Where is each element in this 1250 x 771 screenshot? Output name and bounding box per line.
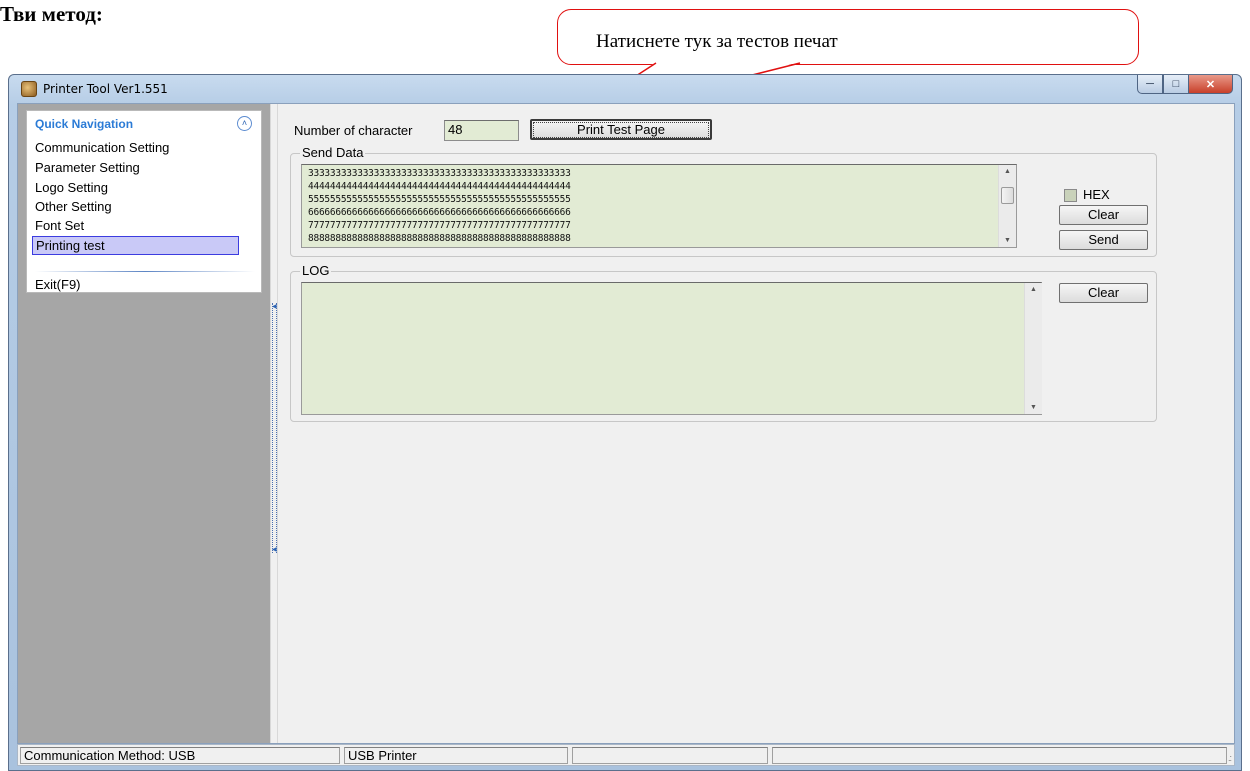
status-bar: Communication Method: USB USB Printer .: — [17, 744, 1235, 766]
nav-item-communication-setting[interactable]: Communication Setting — [35, 140, 169, 155]
nav-item-printing-test[interactable]: Printing test — [32, 236, 239, 255]
collapse-icon[interactable]: ˄ — [237, 116, 252, 131]
print-test-page-button[interactable]: Print Test Page — [530, 119, 712, 140]
status-panel-3 — [572, 747, 768, 764]
send-data-line: 3333333333333333333333333333333333333333… — [308, 168, 571, 179]
log-scrollbar[interactable]: ▲ ▼ — [1024, 283, 1042, 414]
window-title: Printer Tool Ver1.551 — [43, 82, 168, 96]
client-area: Quick Navigation ˄ Communication Setting… — [17, 103, 1235, 744]
scroll-down-icon[interactable]: ▼ — [1025, 404, 1042, 411]
send-data-line: 4444444444444444444444444444444444444444… — [308, 181, 571, 192]
scroll-up-icon[interactable]: ▲ — [999, 168, 1016, 175]
send-data-clear-button[interactable]: Clear — [1059, 205, 1148, 225]
quick-navigation-header[interactable]: Quick Navigation — [35, 117, 133, 131]
minimize-button[interactable]: ─ — [1137, 75, 1163, 94]
send-data-scrollbar[interactable]: ▲ ▼ — [998, 165, 1016, 247]
minimize-icon: ─ — [1146, 78, 1154, 90]
send-data-lines: 3333333333333333333333333333333333333333… — [308, 167, 571, 245]
log-title: LOG — [300, 263, 332, 278]
scroll-down-icon[interactable]: ▼ — [999, 237, 1016, 244]
nav-item-logo-setting[interactable]: Logo Setting — [35, 180, 108, 195]
number-of-character-label: Number of character — [294, 123, 413, 138]
resize-grip-icon[interactable]: .: — [1228, 753, 1232, 763]
printer-app-icon — [21, 81, 37, 97]
navigation-panel: Quick Navigation ˄ Communication Setting… — [18, 104, 270, 743]
quick-navigation-box: Quick Navigation ˄ Communication Setting… — [26, 110, 262, 293]
nav-item-other-setting[interactable]: Other Setting — [35, 199, 112, 214]
print-test-page-label: Print Test Page — [533, 122, 709, 138]
log-group: LOG ▲ ▼ Clear — [290, 263, 1157, 422]
panel-splitter[interactable]: ◀ ◀ — [270, 104, 278, 743]
number-of-character-input[interactable]: 48 — [444, 120, 519, 141]
nav-item-font-set[interactable]: Font Set — [35, 218, 84, 233]
scroll-up-icon[interactable]: ▲ — [1025, 286, 1042, 293]
status-panel-4 — [772, 747, 1227, 764]
send-button[interactable]: Send — [1059, 230, 1148, 250]
nav-item-exit[interactable]: Exit(F9) — [35, 277, 81, 292]
document-heading: Тви метод: — [0, 2, 103, 26]
printing-test-panel: Number of character 48 Print Test Page S… — [278, 104, 1234, 743]
title-bar[interactable]: Printer Tool Ver1.551 ─ □ ✕ — [9, 75, 1241, 103]
app-window: Printer Tool Ver1.551 ─ □ ✕ Quick Naviga… — [8, 74, 1242, 771]
splitter-arrow-bottom-icon: ◀ — [272, 547, 277, 553]
close-button[interactable]: ✕ — [1189, 75, 1233, 94]
callout-text: Натиснете тук за тестов печат — [596, 31, 838, 52]
send-data-line: 5555555555555555555555555555555555555555… — [308, 194, 571, 205]
send-data-line: 7777777777777777777777777777777777777777… — [308, 220, 571, 231]
status-device: USB Printer — [344, 747, 568, 764]
send-data-title: Send Data — [300, 145, 366, 160]
send-data-line: 8888888888888888888888888888888888888888… — [308, 233, 571, 244]
callout-box: Натиснете тук за тестов печат — [557, 9, 1139, 65]
log-clear-button[interactable]: Clear — [1059, 283, 1148, 303]
log-textarea[interactable] — [301, 282, 1042, 415]
send-data-line: 6666666666666666666666666666666666666666… — [308, 207, 571, 218]
scroll-thumb[interactable] — [1001, 187, 1014, 204]
send-data-group: Send Data 333333333333333333333333333333… — [290, 145, 1157, 257]
caption-buttons: ─ □ ✕ — [1137, 75, 1233, 95]
nav-item-parameter-setting[interactable]: Parameter Setting — [35, 160, 140, 175]
hex-label: HEX — [1083, 187, 1110, 202]
hex-checkbox[interactable] — [1064, 189, 1077, 202]
splitter-grip[interactable] — [272, 303, 277, 553]
status-communication-method: Communication Method: USB — [20, 747, 340, 764]
nav-separator — [35, 271, 255, 272]
maximize-button[interactable]: □ — [1163, 75, 1189, 94]
send-data-textarea[interactable]: 3333333333333333333333333333333333333333… — [301, 164, 1017, 248]
maximize-icon: □ — [1172, 78, 1180, 90]
close-icon: ✕ — [1205, 78, 1216, 91]
